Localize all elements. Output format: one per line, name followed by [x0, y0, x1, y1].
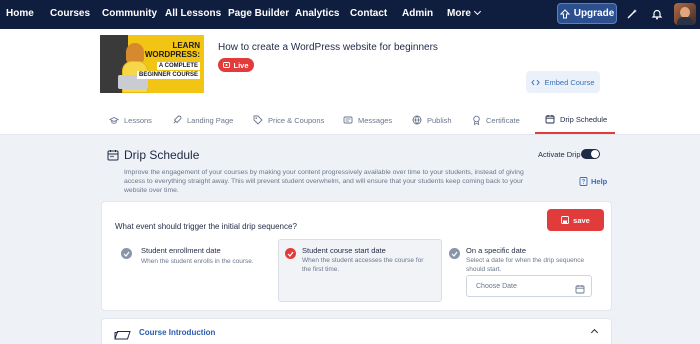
- help-label: Help: [591, 177, 608, 186]
- help-link[interactable]: Help: [579, 177, 607, 186]
- save-label: save: [573, 215, 590, 225]
- option-specific-date-desc: Select a date for when the drip sequence…: [466, 257, 585, 273]
- drip-calendar-icon: [107, 148, 119, 166]
- live-icon: [223, 62, 231, 68]
- nav-more-label: More: [447, 8, 471, 19]
- section-folder-icon: [114, 327, 132, 344]
- choose-date-input[interactable]: Choose Date: [466, 275, 592, 297]
- thumbnail-hair: [126, 43, 144, 63]
- graduation-cap-icon: [109, 116, 119, 124]
- option-enrollment-title: Student enrollment date: [141, 246, 221, 255]
- tab-messages-label: Messages: [358, 115, 393, 125]
- tab-publish-label: Publish: [427, 115, 452, 125]
- avatar[interactable]: [674, 3, 696, 25]
- tab-price-coupons[interactable]: Price & Coupons: [253, 106, 324, 134]
- save-icon: [561, 216, 570, 224]
- rocket-icon: [173, 115, 182, 124]
- choose-date-placeholder: Choose Date: [476, 283, 517, 290]
- nav-analytics[interactable]: Analytics: [295, 8, 339, 19]
- activate-drip-label: Activate Drip: [538, 150, 581, 159]
- check-circle-icon: [121, 248, 132, 259]
- thumbnail-text-3: A COMPLETE: [156, 62, 200, 70]
- option-specific-date-title: On a specific date: [466, 246, 527, 255]
- check-circle-icon: [449, 248, 460, 259]
- nav-more[interactable]: More: [447, 7, 481, 19]
- drip-description: Improve the engagement of your courses b…: [124, 169, 524, 194]
- tab-messages[interactable]: Messages: [343, 106, 392, 134]
- chevron-up-icon[interactable]: [590, 328, 599, 337]
- check-circle-icon: [285, 248, 296, 259]
- upgrade-label: Upgrade: [573, 8, 615, 19]
- nav-courses[interactable]: Courses: [50, 8, 90, 19]
- upgrade-arrow-icon: [559, 8, 570, 18]
- calendar-icon: [575, 281, 585, 299]
- tag-icon: [253, 115, 263, 125]
- upgrade-button[interactable]: Upgrade: [557, 3, 617, 24]
- globe-icon: [412, 115, 422, 125]
- option-enrollment-desc: When the student enrolls in the course.: [141, 258, 254, 265]
- section-title: Course Introduction: [139, 328, 216, 337]
- tab-drip-schedule-label: Drip Schedule: [560, 114, 608, 124]
- nav-all-lessons[interactable]: All Lessons: [165, 8, 221, 19]
- nav-home[interactable]: Home: [6, 8, 34, 19]
- thumbnail-text-1: LEARN: [172, 41, 200, 50]
- bell-icon[interactable]: [649, 6, 665, 22]
- code-icon: [531, 79, 541, 85]
- embed-course-button[interactable]: Embed Course: [526, 71, 600, 93]
- course-header: LEARN WORDPRESS: A COMPLETE BEGINNER COU…: [0, 29, 700, 135]
- course-tabs: Lessons Landing Page Price & Coupons Mes…: [0, 106, 700, 135]
- option-start-date-desc: When the student accesses the course for…: [302, 257, 424, 273]
- nav-contact[interactable]: Contact: [350, 8, 387, 19]
- drip-trigger-card: What event should trigger the initial dr…: [101, 201, 612, 311]
- nav-community[interactable]: Community: [102, 8, 157, 19]
- live-label: Live: [233, 60, 249, 70]
- embed-course-label: Embed Course: [544, 77, 595, 87]
- calendar-icon: [545, 115, 555, 124]
- chevron-down-icon: [473, 7, 481, 16]
- award-icon: [473, 115, 480, 125]
- message-icon: [343, 116, 353, 123]
- course-thumbnail: LEARN WORDPRESS: A COMPLETE BEGINNER COU…: [100, 35, 204, 93]
- option-start-date-title: Student course start date: [302, 246, 386, 255]
- tab-certificate-label: Certificate: [486, 115, 520, 125]
- save-button[interactable]: save: [547, 209, 604, 231]
- toggle-knob: [591, 150, 599, 158]
- top-navigation: Home Courses Community All Lessons Page …: [0, 0, 700, 29]
- activate-drip-toggle[interactable]: [581, 149, 600, 159]
- section-course-introduction[interactable]: Course Introduction: [101, 318, 612, 344]
- drip-schedule-title: Drip Schedule: [124, 148, 200, 162]
- tab-lessons-label: Lessons: [124, 115, 152, 125]
- tab-price-coupons-label: Price & Coupons: [268, 115, 325, 125]
- tab-landing-page[interactable]: Landing Page: [172, 106, 233, 134]
- trigger-option-start-date[interactable]: Student course start date When the stude…: [278, 239, 442, 302]
- trigger-question: What event should trigger the initial dr…: [115, 222, 297, 231]
- course-title: How to create a WordPress website for be…: [218, 42, 438, 53]
- tab-publish[interactable]: Publish: [412, 106, 452, 134]
- thumbnail-text-2: WORDPRESS:: [144, 50, 200, 59]
- avatar-body: [677, 17, 693, 25]
- trigger-option-enrollment[interactable]: Student enrollment date When the student…: [110, 239, 270, 302]
- help-book-icon: [579, 177, 588, 186]
- live-status-badge[interactable]: Live: [218, 58, 254, 72]
- tab-certificate[interactable]: Certificate: [472, 106, 520, 134]
- tab-drip-schedule[interactable]: Drip Schedule: [535, 106, 616, 134]
- nav-admin[interactable]: Admin: [402, 8, 433, 19]
- tab-lessons[interactable]: Lessons: [109, 106, 152, 134]
- nav-page-builder[interactable]: Page Builder: [228, 8, 289, 19]
- tab-landing-page-label: Landing Page: [187, 115, 234, 125]
- wand-icon[interactable]: [624, 6, 640, 22]
- thumbnail-text-4: BEGINNER COURSE: [136, 71, 200, 79]
